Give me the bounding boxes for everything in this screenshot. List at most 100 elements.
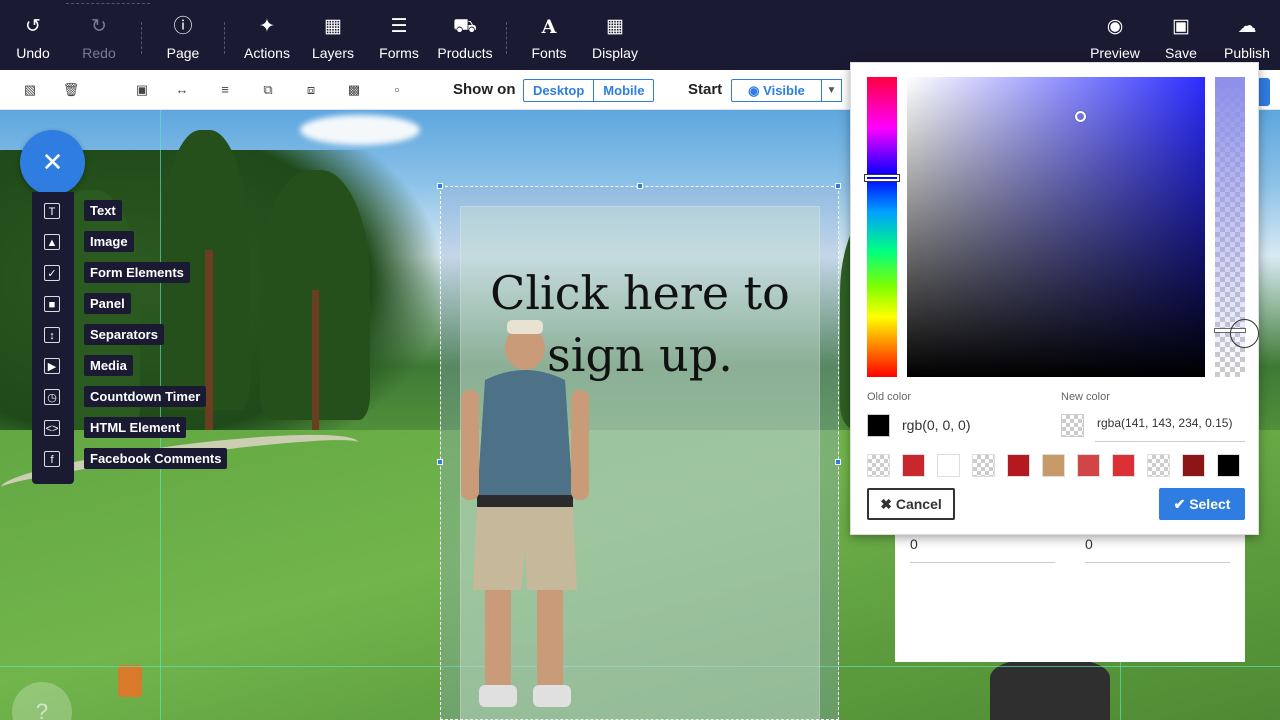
media-icon: ▶ (44, 358, 60, 374)
stretch-horizontal-icon[interactable]: ↔ (173, 81, 191, 99)
preset-swatch[interactable] (1077, 454, 1100, 477)
page-button[interactable]: ⓘ Page (148, 14, 218, 61)
forms-icon: ☰ (390, 16, 408, 37)
resize-handle[interactable] (637, 183, 643, 189)
cancel-button[interactable]: ✖ Cancel (867, 488, 955, 520)
preset-swatch[interactable] (1217, 454, 1240, 477)
timer-icon: ◷ (44, 389, 60, 405)
preset-swatch[interactable] (937, 454, 960, 477)
cursor-ring (1230, 319, 1259, 348)
bring-front-icon[interactable]: ▩ (345, 81, 363, 99)
visibility-select[interactable]: ◉ Visible (731, 79, 822, 102)
top-toolbar: ↺ Undo ↻ Redo ⓘ Page ✦ Actions ▦ Layers … (0, 0, 1280, 70)
forms-button[interactable]: ☰ Forms (364, 14, 434, 61)
show-on-label: Show on (453, 81, 516, 98)
settings-field-left[interactable]: 0 (910, 536, 918, 552)
facebook-icon: f (44, 451, 60, 467)
hue-slider[interactable] (867, 77, 897, 377)
resize-handle[interactable] (437, 183, 443, 189)
golfer-figure (461, 320, 589, 707)
resize-handle[interactable] (835, 183, 841, 189)
eye-icon: ◉ (748, 83, 764, 98)
separators-icon: ↕ (44, 327, 60, 343)
display-grid-icon: ▦ (606, 16, 624, 37)
start-label: Start (688, 81, 723, 98)
new-color-value[interactable]: rgba(141, 143, 234, 0.15) (1097, 416, 1232, 430)
align-center-icon[interactable]: ≡ (216, 81, 234, 99)
add-text-item[interactable]: T Text (0, 200, 260, 224)
group-icon[interactable]: ⧉ (259, 81, 277, 99)
preview-button[interactable]: ◉ Preview (1080, 14, 1150, 61)
hue-slider-handle[interactable] (864, 174, 900, 182)
fonts-button[interactable]: A Fonts (514, 14, 584, 61)
add-panel-item[interactable]: ■ Panel (0, 293, 260, 317)
color-picker: Old color New color rgb(0, 0, 0) rgba(14… (850, 62, 1259, 535)
add-facebook-comments-item[interactable]: f Facebook Comments (0, 448, 260, 472)
publish-button[interactable]: ☁ Publish (1212, 14, 1280, 61)
preset-swatch[interactable] (1042, 454, 1065, 477)
add-html-element-item[interactable]: <> HTML Element (0, 417, 260, 441)
preset-swatch[interactable] (902, 454, 925, 477)
cloud (300, 115, 420, 145)
hide-icon[interactable]: ▧ (21, 81, 39, 99)
send-back-icon[interactable]: ▫ (388, 81, 406, 99)
undo-icon: ↺ (25, 16, 41, 37)
color-selector-handle[interactable] (1075, 111, 1086, 122)
old-color-value: rgb(0, 0, 0) (902, 417, 971, 433)
layers-button[interactable]: ▦ Layers (298, 14, 368, 61)
close-add-menu-button[interactable]: ✕ (20, 130, 85, 195)
layers-icon: ▦ (324, 16, 342, 37)
panel-icon: ■ (44, 296, 60, 312)
new-color-swatch (1061, 414, 1084, 437)
field-underline (910, 562, 1055, 563)
new-color-label: New color (1061, 391, 1110, 403)
floppy-disk-icon: ▣ (1172, 16, 1190, 37)
magic-wand-icon: ✦ (259, 16, 275, 37)
actions-button[interactable]: ✦ Actions (232, 14, 302, 61)
resize-handle[interactable] (835, 459, 841, 465)
preset-swatch[interactable] (1147, 454, 1170, 477)
close-icon: ✖ (880, 496, 896, 512)
add-media-item[interactable]: ▶ Media (0, 355, 260, 379)
preset-swatch[interactable] (867, 454, 890, 477)
trash-icon[interactable]: 🗑 (62, 81, 80, 99)
add-image-item[interactable]: ▲ Image (0, 231, 260, 255)
undo-button[interactable]: ↺ Undo (0, 14, 68, 61)
ungroup-icon[interactable]: ⧈ (302, 81, 320, 99)
tree-trunk (312, 290, 319, 430)
settings-field-right[interactable]: 0 (1085, 536, 1093, 552)
old-color-label: Old color (867, 391, 912, 403)
saturation-value-area[interactable] (907, 77, 1205, 377)
redo-button[interactable]: ↻ Redo (64, 14, 134, 61)
add-countdown-timer-item[interactable]: ◷ Countdown Timer (0, 386, 260, 410)
display-button[interactable]: ▦ Display (580, 14, 650, 61)
save-button[interactable]: ▣ Save (1146, 14, 1216, 61)
code-icon: <> (44, 420, 60, 436)
toolbar-separator (141, 22, 142, 54)
font-icon: A (541, 16, 557, 38)
preset-swatch[interactable] (1007, 454, 1030, 477)
toolbar-divider (66, 3, 150, 4)
toolbar-separator (506, 22, 507, 54)
products-button[interactable]: ⛟ Products (430, 14, 500, 61)
golf-bag (990, 660, 1110, 720)
field-underline (1085, 562, 1230, 563)
add-separators-item[interactable]: ↕ Separators (0, 324, 260, 348)
desktop-toggle[interactable]: Desktop (524, 80, 593, 101)
close-icon: ✕ (41, 147, 64, 177)
cloud-upload-icon: ☁ (1237, 16, 1257, 37)
toolbar-separator (224, 22, 225, 54)
chevron-down-icon[interactable]: ▼ (821, 79, 842, 102)
select-button[interactable]: ✔ Select (1159, 488, 1245, 520)
preset-swatch[interactable] (1182, 454, 1205, 477)
preset-swatch[interactable] (1112, 454, 1135, 477)
new-color-underline (1095, 441, 1245, 442)
add-form-elements-item[interactable]: ✓ Form Elements (0, 262, 260, 286)
resize-handle[interactable] (437, 459, 443, 465)
lock-icon[interactable]: ▣ (133, 81, 151, 99)
eye-icon: ◉ (1106, 16, 1124, 37)
preset-swatch[interactable] (972, 454, 995, 477)
image-icon: ▲ (44, 234, 60, 250)
mobile-toggle[interactable]: Mobile (593, 80, 653, 101)
check-icon: ✔ (1173, 496, 1190, 512)
